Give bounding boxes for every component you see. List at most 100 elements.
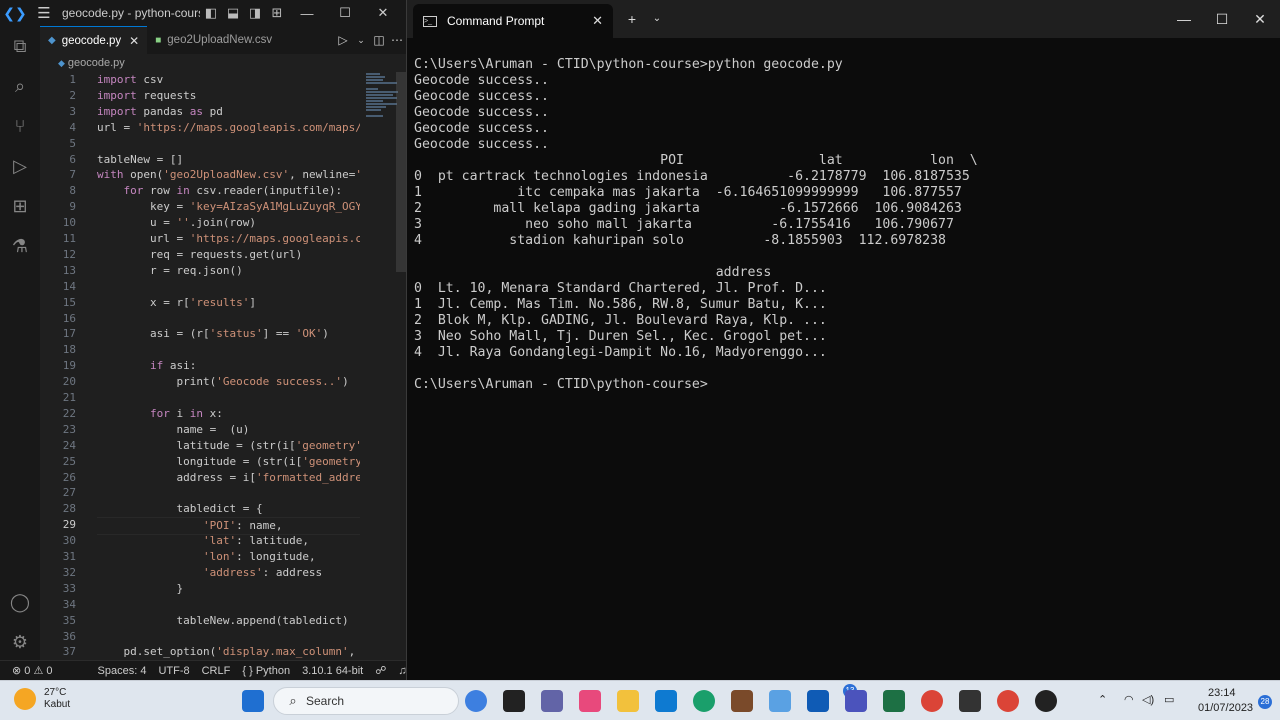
code-line[interactable]: 11 url = 'https://maps.googleapis.co — [40, 231, 406, 247]
run-debug-icon[interactable]: ▷ — [8, 154, 32, 178]
code-line[interactable]: 24 latitude = (str(i['geometry'] — [40, 438, 406, 454]
github-desktop-icon[interactable] — [1035, 690, 1057, 712]
code-line[interactable]: 34 — [40, 597, 406, 613]
app-icon[interactable] — [731, 690, 753, 712]
testing-icon[interactable]: ⚗ — [8, 234, 32, 258]
code-line[interactable]: 32 'address': address — [40, 565, 406, 581]
tab-geocode-py[interactable]: ◆ geocode.py ✕ — [40, 26, 148, 54]
wifi-icon[interactable]: ◠ — [1124, 693, 1134, 706]
widgets-icon[interactable] — [579, 690, 601, 712]
screen-snip-icon[interactable] — [769, 690, 791, 712]
new-tab-button[interactable]: + — [621, 4, 643, 34]
terminal-output[interactable]: C:\Users\Aruman - CTID\python-course>pyt… — [414, 57, 1274, 677]
clock-date[interactable]: 01/07/2023 — [1198, 702, 1253, 714]
code-line[interactable]: 27 — [40, 485, 406, 501]
notifications-bell-icon[interactable]: ♫ — [398, 665, 406, 677]
code-line[interactable]: 19 if asi: — [40, 358, 406, 374]
vscode-taskbar-icon[interactable] — [655, 690, 677, 712]
code-line[interactable]: 9 key = 'key=AIzaSyA1MgLuZuyqR_OGY3 — [40, 199, 406, 215]
code-line[interactable]: 5 — [40, 136, 406, 152]
minimize-button[interactable]: — — [288, 6, 326, 21]
terminal-tab[interactable]: >_ Command Prompt ✕ — [413, 4, 613, 38]
extensions-icon[interactable]: ⊞ — [8, 194, 32, 218]
run-file-icon[interactable]: ▷ — [334, 33, 352, 47]
chrome-icon[interactable] — [921, 690, 943, 712]
chevron-up-icon[interactable]: ⌃ — [1098, 693, 1107, 706]
close-tab-icon[interactable]: ✕ — [592, 13, 603, 29]
more-actions-icon[interactable]: ⋯ — [388, 33, 406, 47]
code-line[interactable]: 28 tabledict = { — [40, 501, 406, 517]
chrome-profile-icon[interactable] — [997, 690, 1019, 712]
settings-gear-icon[interactable]: ⚙ — [8, 630, 32, 654]
code-line[interactable]: 15 x = r['results'] — [40, 295, 406, 311]
interpreter-status[interactable]: 3.10.1 64-bit — [302, 665, 363, 677]
indentation-status[interactable]: Spaces: 4 — [98, 665, 147, 677]
code-line[interactable]: 2 import requests — [40, 88, 406, 104]
code-line[interactable]: 22 for i in x: — [40, 406, 406, 422]
code-line[interactable]: 20 print('Geocode success..') — [40, 374, 406, 390]
maximize-button[interactable]: ☐ — [326, 5, 364, 21]
taskbar-search[interactable]: ⌕ Search — [273, 687, 459, 715]
code-line[interactable]: 23 name = (u) — [40, 422, 406, 438]
minimize-button[interactable]: — — [1165, 4, 1203, 34]
maximize-button[interactable]: ☐ — [1203, 4, 1241, 34]
code-line[interactable]: 31 'lon': longitude, — [40, 549, 406, 565]
start-windows-icon[interactable] — [242, 690, 264, 712]
outlook-icon[interactable] — [807, 690, 829, 712]
toggle-sidebar-icon[interactable]: ◧ — [200, 5, 222, 21]
problems-indicator[interactable]: ⊗ 0 ⚠ 0 — [12, 664, 53, 677]
weather-widget[interactable]: 27°C Kabut — [14, 687, 70, 711]
code-line[interactable]: 3 import pandas as pd — [40, 104, 406, 120]
code-line[interactable]: 26 address = i['formatted_addres — [40, 470, 406, 486]
teams-icon[interactable] — [845, 690, 867, 712]
code-line[interactable]: 10 u = ''.join(row) — [40, 215, 406, 231]
search-icon[interactable]: ⌕ — [8, 74, 32, 98]
vscode-logo-icon[interactable]: ❮❯ — [0, 5, 30, 22]
code-line[interactable]: 6 tableNew = [] — [40, 152, 406, 168]
toggle-secondary-sidebar-icon[interactable]: ◨ — [244, 5, 266, 21]
code-line[interactable]: 30 'lat': latitude, — [40, 533, 406, 549]
file-explorer-icon[interactable] — [617, 690, 639, 712]
customize-layout-icon[interactable]: ⊞ — [266, 5, 288, 21]
tab-geo2uploadnew-csv[interactable]: ■ geo2UploadNew.csv — [147, 26, 280, 54]
code-line[interactable]: 29 'POI': name, — [40, 517, 406, 536]
toggle-panel-icon[interactable]: ⬓ — [222, 5, 244, 21]
code-editor[interactable]: 1 import csv 2 import requests 3 import panda… — [40, 72, 406, 660]
code-line[interactable]: 21 — [40, 390, 406, 406]
terminal-taskbar-icon[interactable] — [959, 690, 981, 712]
split-editor-icon[interactable]: ◫ — [370, 33, 388, 47]
feedback-icon[interactable]: ☍ — [375, 664, 386, 677]
battery-icon[interactable]: ▭ — [1164, 693, 1174, 706]
code-line[interactable]: 33 } — [40, 581, 406, 597]
breadcrumb-item[interactable]: geocode.py — [68, 57, 125, 69]
accounts-icon[interactable]: ◯ — [8, 590, 32, 614]
code-line[interactable]: 13 r = req.json() — [40, 263, 406, 279]
code-line[interactable]: 14 — [40, 279, 406, 295]
close-tab-icon[interactable]: ✕ — [129, 34, 139, 48]
code-line[interactable]: 35 tableNew.append(tabledict) — [40, 613, 406, 629]
excel-icon[interactable] — [883, 690, 905, 712]
language-status[interactable]: { } Python — [242, 665, 290, 677]
volume-icon[interactable]: ◁) — [1142, 693, 1154, 706]
clock-time[interactable]: 23:14 — [1208, 687, 1236, 699]
code-line[interactable]: 7 with open('geo2UploadNew.csv', newline=… — [40, 167, 406, 183]
task-view-icon[interactable] — [503, 690, 525, 712]
code-line[interactable]: 37 pd.set_option('display.max_column', N — [40, 644, 406, 660]
code-line[interactable]: 18 — [40, 342, 406, 358]
code-line[interactable]: 16 — [40, 311, 406, 327]
encoding-status[interactable]: UTF-8 — [158, 665, 189, 677]
code-line[interactable]: 12 req = requests.get(url) — [40, 247, 406, 263]
code-line[interactable]: 1 import csv — [40, 72, 406, 88]
code-line[interactable]: 25 longitude = (str(i['geometry' — [40, 454, 406, 470]
code-line[interactable]: 4 url = 'https://maps.googleapis.com/maps… — [40, 120, 406, 136]
edge-browser-icon[interactable] — [693, 690, 715, 712]
menu-icon[interactable]: ☰ — [30, 4, 58, 22]
code-line[interactable]: 17 asi = (r['status'] == 'OK') — [40, 326, 406, 342]
eol-status[interactable]: CRLF — [202, 665, 231, 677]
teams-chat-icon[interactable] — [541, 690, 563, 712]
tab-dropdown-chevron-icon[interactable]: ⌄ — [647, 4, 667, 34]
source-control-icon[interactable]: ⑂ — [8, 114, 32, 138]
close-button[interactable]: ✕ — [364, 5, 402, 21]
chevron-down-icon[interactable]: ⌄ — [352, 35, 370, 46]
close-button[interactable]: ✕ — [1241, 4, 1279, 34]
